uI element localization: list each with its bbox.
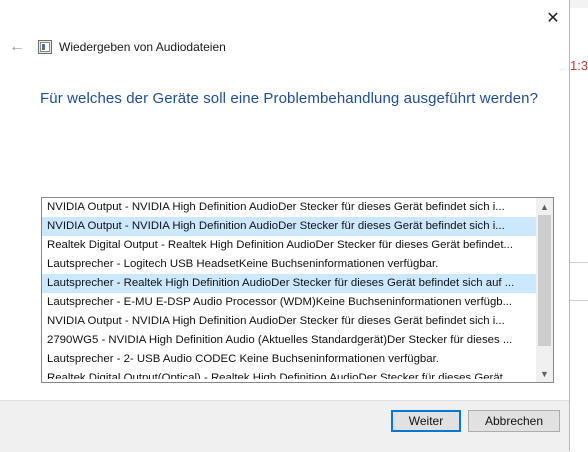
cancel-button[interactable]: Abbrechen [468, 410, 560, 432]
device-list-item[interactable]: 2790WG5 - NVIDIA High Definition Audio (… [42, 331, 536, 350]
device-list-item[interactable]: Realtek Digital Output - Realtek High De… [42, 236, 536, 255]
scroll-down-arrow-icon[interactable]: ▼ [536, 365, 553, 382]
device-listbox[interactable]: NVIDIA Output - NVIDIA High Definition A… [41, 197, 554, 383]
device-list: NVIDIA Output - NVIDIA High Definition A… [42, 198, 536, 382]
device-list-item[interactable]: NVIDIA Output - NVIDIA High Definition A… [42, 198, 536, 217]
troubleshooter-dialog: ✕ ← Wiedergeben von Audiodateien Für wel… [0, 0, 570, 452]
background-divider [570, 262, 588, 263]
device-list-item[interactable]: Realtek Digital Output(Optical) - Realte… [42, 369, 536, 379]
back-arrow-icon[interactable]: ← [8, 38, 26, 56]
scroll-up-arrow-icon[interactable]: ▲ [536, 198, 553, 215]
device-list-item[interactable]: NVIDIA Output - NVIDIA High Definition A… [42, 312, 536, 331]
window-title: Wiedergeben von Audiodateien [59, 40, 226, 54]
device-list-item[interactable]: Lautsprecher - Realtek High Definition A… [42, 274, 536, 293]
device-list-item[interactable]: Lautsprecher - E-MU E-DSP Audio Processo… [42, 293, 536, 312]
close-icon[interactable]: ✕ [538, 6, 568, 30]
background-window-right [568, 8, 588, 451]
next-button[interactable]: Weiter [391, 410, 461, 432]
device-list-item[interactable]: NVIDIA Output - NVIDIA High Definition A… [42, 217, 536, 236]
troubleshooter-app-icon [38, 40, 52, 54]
vertical-scrollbar[interactable]: ▲ ▼ [536, 198, 553, 382]
device-list-item[interactable]: Lautsprecher - 2- USB Audio CODEC Keine … [42, 350, 536, 369]
background-window-text: 1:3 [570, 58, 588, 73]
device-list-item[interactable]: Lautsprecher - Logitech USB HeadsetKeine… [42, 255, 536, 274]
dialog-footer: Weiter Abbrechen [0, 400, 569, 452]
scrollbar-thumb[interactable] [538, 215, 551, 346]
background-divider [570, 300, 588, 301]
page-heading: Für welches der Geräte soll eine Problem… [40, 90, 539, 107]
